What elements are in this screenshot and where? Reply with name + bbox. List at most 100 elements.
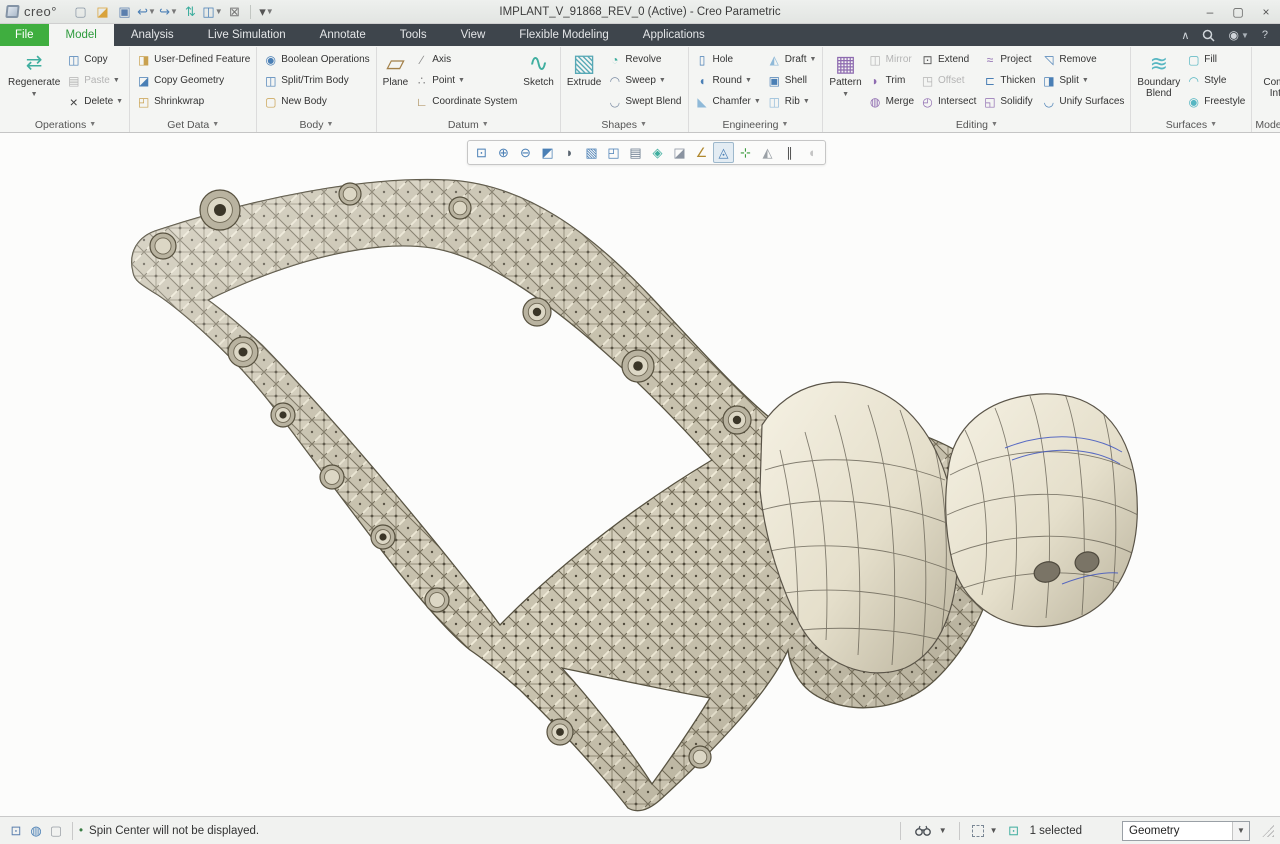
orientation-center-button[interactable]: ◭ <box>757 142 778 163</box>
minimize-button[interactable]: – <box>1196 0 1224 23</box>
user-defined-feature-button[interactable]: ◨ User-Defined Feature <box>133 49 253 70</box>
tab-view[interactable]: View <box>444 24 503 46</box>
shell-button[interactable]: ▣ Shell <box>764 70 820 91</box>
redo-button[interactable]: ↪ ▼ <box>159 3 178 21</box>
sketch-button[interactable]: ∿ Sketch <box>520 47 557 117</box>
customize-toolbar-button[interactable]: ▾ ▼ <box>257 3 276 21</box>
merge-button[interactable]: ◍ Merge <box>865 91 917 112</box>
resize-grip[interactable] <box>1262 824 1274 837</box>
mirror-button[interactable]: ◫ Mirror <box>865 49 917 70</box>
zoom-in-button[interactable]: ⊕ <box>493 142 514 163</box>
repaint-button[interactable]: ◩ <box>537 142 558 163</box>
project-button[interactable]: ≈ Project <box>979 49 1038 70</box>
selection-filter-combobox[interactable]: Geometry ▼ <box>1122 820 1250 841</box>
group-label-get-data[interactable]: Get Data ▼ <box>133 117 253 132</box>
selected-items-icon[interactable]: ⊡ <box>1004 822 1024 840</box>
help-icon[interactable]: ? <box>1262 29 1268 41</box>
group-label-operations[interactable]: Operations ▼ <box>5 117 126 132</box>
collapse-ribbon-icon[interactable]: ∧ <box>1181 29 1189 42</box>
round-button[interactable]: ◖ Round ▼ <box>692 70 764 91</box>
group-label-datum[interactable]: Datum ▼ <box>380 117 557 132</box>
dropdown-arrow-icon[interactable]: ▼ <box>1082 77 1089 84</box>
shading-options-button[interactable]: ◗ <box>559 142 580 163</box>
dropdown-arrow-icon[interactable]: ▼ <box>745 77 752 84</box>
delete-button[interactable]: × Delete ▼ <box>63 91 126 112</box>
view-manager-button[interactable]: ▤ <box>625 142 646 163</box>
dropdown-arrow-icon[interactable]: ▼ <box>659 77 666 84</box>
dropdown-arrow-icon[interactable]: ▼ <box>842 89 849 100</box>
coordinate-system-button[interactable]: ∟ Coordinate System <box>411 91 520 112</box>
dropdown-arrow-icon[interactable]: ▼ <box>754 98 761 105</box>
unify-surfaces-button[interactable]: ◡ Unify Surfaces <box>1038 91 1127 112</box>
navigator-panel-icon[interactable]: ⊡ <box>6 822 26 840</box>
offset-button[interactable]: ◳ Offset <box>917 70 979 91</box>
dropdown-arrow-icon[interactable]: ▼ <box>809 56 816 63</box>
perspective-button[interactable]: ◈ <box>647 142 668 163</box>
dropdown-arrow-icon[interactable]: ▼ <box>113 77 120 84</box>
dropdown-arrow-icon[interactable]: ▼ <box>116 98 123 105</box>
close-window-button[interactable]: ⊠ <box>225 3 244 21</box>
window-switch-button[interactable]: ◫ ▼ <box>202 3 222 21</box>
zoom-out-button[interactable]: ⊖ <box>515 142 536 163</box>
zoom-refit-button[interactable]: ⊡ <box>471 142 492 163</box>
group-label-editing[interactable]: Editing ▼ <box>826 117 1127 132</box>
open-file-button[interactable]: ◪ <box>93 3 112 21</box>
pattern-button[interactable]: ▦ Pattern ▼ <box>826 47 864 117</box>
group-label-shapes[interactable]: Shapes ▼ <box>564 117 685 132</box>
find-icon[interactable] <box>913 822 933 840</box>
trim-button[interactable]: ◗ Trim <box>865 70 917 91</box>
tab-file[interactable]: File <box>0 24 49 46</box>
selection-filter-icon[interactable] <box>971 824 984 837</box>
regenerate-quick-button[interactable]: ⇅ <box>181 3 200 21</box>
maximize-button[interactable]: ▢ <box>1224 0 1252 23</box>
extrude-button[interactable]: ▧ Extrude <box>564 47 604 117</box>
solidify-button[interactable]: ◱ Solidify <box>979 91 1038 112</box>
chamfer-button[interactable]: ◣ Chamfer ▼ <box>692 91 764 112</box>
selection-filter-dropdown-icon[interactable]: ▼ <box>990 826 998 835</box>
blank-panel-icon[interactable]: ▢ <box>46 822 66 840</box>
tab-flexible-modeling[interactable]: Flexible Modeling <box>502 24 626 46</box>
boundary-blend-button[interactable]: ≋ Boundary Blend <box>1134 47 1183 117</box>
group-label-engineering[interactable]: Engineering ▼ <box>692 117 820 132</box>
freestyle-button[interactable]: ◉ Freestyle <box>1183 91 1248 112</box>
group-label-model-intent[interactable]: Model Intent▼ <box>1255 117 1280 132</box>
tab-applications[interactable]: Applications <box>626 24 722 46</box>
tab-analysis[interactable]: Analysis <box>114 24 191 46</box>
thicken-button[interactable]: ⊏ Thicken <box>979 70 1038 91</box>
swept-blend-button[interactable]: ◡ Swept Blend <box>604 91 684 112</box>
regenerate-button[interactable]: ⇄ Regenerate ▼ <box>5 47 63 117</box>
style-button[interactable]: ◠ Style <box>1183 70 1248 91</box>
intersect-button[interactable]: ◴ Intersect <box>917 91 979 112</box>
tab-annotate[interactable]: Annotate <box>303 24 383 46</box>
find-dropdown-icon[interactable]: ▼ <box>939 826 947 835</box>
axis-button[interactable]: ∕ Axis <box>411 49 520 70</box>
rib-button[interactable]: ◫ Rib ▼ <box>764 91 820 112</box>
tab-model[interactable]: Model <box>48 24 114 46</box>
search-icon[interactable] <box>1202 29 1215 42</box>
datum-display-button[interactable]: ∠ <box>691 142 712 163</box>
split-button[interactable]: ◨ Split ▼ <box>1038 70 1127 91</box>
extend-button[interactable]: ⊡ Extend <box>917 49 979 70</box>
plane-button[interactable]: ▱ Plane <box>380 47 412 117</box>
close-button[interactable]: × <box>1252 0 1280 23</box>
browser-globe-icon[interactable]: ◍ <box>26 822 46 840</box>
component-interface-button[interactable]: ▣Component Interface <box>1255 47 1280 117</box>
annotation-display-button[interactable]: ◬ <box>713 142 734 163</box>
revolve-button[interactable]: ◔ Revolve <box>604 49 684 70</box>
tab-live-simulation[interactable]: Live Simulation <box>191 24 303 46</box>
shrinkwrap-button[interactable]: ◰ Shrinkwrap <box>133 91 253 112</box>
split-trim-body-button[interactable]: ◫ Split/Trim Body <box>260 70 372 91</box>
fill-button[interactable]: ▢ Fill <box>1183 49 1248 70</box>
combobox-dropdown-icon[interactable]: ▼ <box>1232 821 1249 840</box>
undo-button[interactable]: ↩ ▼ <box>137 3 156 21</box>
pause-button[interactable]: ∥ <box>779 142 800 163</box>
group-label-body[interactable]: Body ▼ <box>260 117 372 132</box>
hole-button[interactable]: ▯ Hole <box>692 49 764 70</box>
learning-connector-icon[interactable]: ◉ ▼ <box>1228 28 1248 42</box>
dropdown-arrow-icon[interactable]: ▼ <box>458 77 465 84</box>
boolean-operations-button[interactable]: ◉ Boolean Operations <box>260 49 372 70</box>
remove-button[interactable]: ◹ Remove <box>1038 49 1127 70</box>
paste-button[interactable]: ▤ Paste ▼ <box>63 70 126 91</box>
new-body-button[interactable]: ▢ New Body <box>260 91 372 112</box>
sweep-button[interactable]: ◠ Sweep ▼ <box>604 70 684 91</box>
